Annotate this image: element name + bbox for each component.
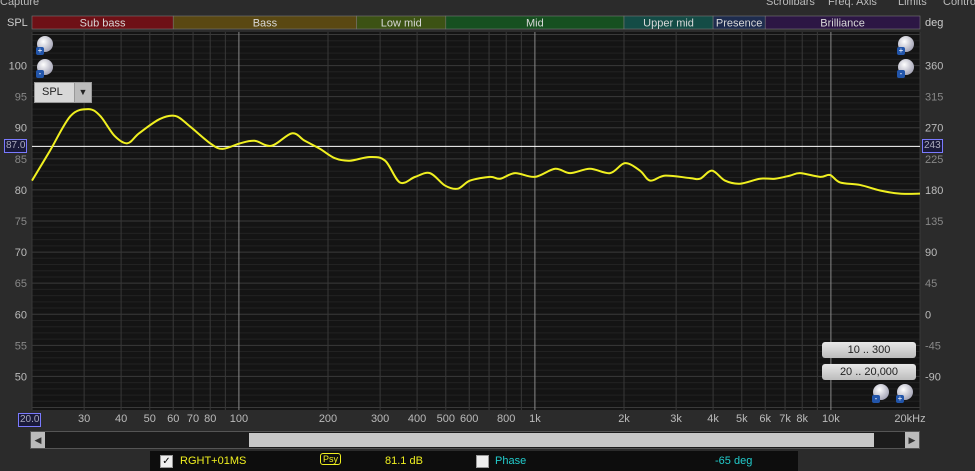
x-tick-label: 200	[319, 413, 337, 425]
x-tick-label: 20kHz	[894, 413, 925, 425]
phase-checkbox[interactable]	[476, 455, 489, 468]
left-axis-label: SPL	[7, 17, 28, 29]
zoom-out-icon[interactable]: -	[872, 384, 889, 403]
x-tick-label: 4k	[707, 413, 719, 425]
y-tick-label: 100	[9, 61, 27, 73]
range-10-300-button[interactable]: 10 .. 300	[822, 342, 916, 358]
zoom-in-icon[interactable]: +	[36, 36, 53, 55]
y-tick-label: 75	[15, 216, 27, 228]
x-tick-label: 50	[144, 413, 156, 425]
zoom-in-icon[interactable]: +	[897, 36, 914, 55]
x-tick-label: 500	[437, 413, 455, 425]
phase-tick-label: 360	[925, 61, 943, 73]
y-tick-label: 65	[15, 278, 27, 290]
band-label: Mid	[526, 18, 544, 30]
chevron-down-icon: ▼	[74, 83, 91, 102]
x-tick-label: 6k	[759, 413, 771, 425]
x-tick-label: 30	[78, 413, 90, 425]
trace-name: RGHT+01MS	[180, 455, 247, 467]
cursor-phase-value: 243	[922, 139, 943, 153]
spl-select[interactable]: SPL ▼	[34, 82, 92, 103]
phase-label: Phase	[495, 455, 527, 467]
x-tick-label: 800	[497, 413, 515, 425]
phase-tick-label: 135	[925, 216, 943, 228]
trace-visible-checkbox[interactable]: ✓	[160, 455, 173, 468]
x-tick-label: 100	[230, 413, 248, 425]
y-tick-label: 80	[15, 185, 27, 197]
x-tick-label: 7k	[779, 413, 791, 425]
phase-value: -65 deg	[715, 455, 753, 467]
x-tick-label: 80	[204, 413, 216, 425]
x-tick-label: 3k	[670, 413, 682, 425]
scrollbar-thumb[interactable]	[249, 433, 874, 447]
x-tick-label: 2k	[618, 413, 630, 425]
phase-tick-label: 180	[925, 185, 943, 197]
y-tick-label: 70	[15, 247, 27, 259]
phase-tick-label: 45	[925, 278, 937, 290]
x-tick-label: 5k	[736, 413, 748, 425]
y-tick-label: 95	[15, 92, 27, 104]
band-label: Brilliance	[820, 18, 865, 30]
right-axis-label: deg	[925, 17, 943, 29]
band-label: Upper mid	[643, 18, 694, 30]
x-tick-label: 600	[460, 413, 478, 425]
cursor-freq-value: 20.0	[18, 413, 42, 427]
zoom-in-icon[interactable]: +	[896, 384, 913, 403]
cursor-spl-value: 87.0	[4, 139, 28, 153]
spl-graph[interactable]: Sub bass Bass Low mid Mid Upper mid Presence B…	[0, 0, 975, 471]
x-tick-label: 40	[115, 413, 127, 425]
phase-tick-label: 0	[925, 309, 931, 321]
y-tick-label: 85	[15, 154, 27, 166]
y-tick-label: 60	[15, 309, 27, 321]
x-tick-label: 1k	[529, 413, 541, 425]
horizontal-scrollbar[interactable]: ◀ ▶	[30, 431, 920, 449]
scroll-right-icon[interactable]: ▶	[905, 432, 919, 448]
phase-tick-label: -45	[925, 340, 941, 352]
psy-smoothing-badge[interactable]: Psy	[320, 453, 342, 465]
x-tick-label: 70	[187, 413, 199, 425]
phase-tick-label: 270	[925, 123, 943, 135]
band-label: Sub bass	[80, 18, 126, 30]
zoom-out-icon[interactable]: -	[897, 59, 914, 78]
zoom-out-icon[interactable]: -	[36, 59, 53, 78]
band-label: Low mid	[381, 18, 422, 30]
y-tick-label: 90	[15, 123, 27, 135]
x-tick-label: 300	[371, 413, 389, 425]
phase-tick-label: -90	[925, 371, 941, 383]
x-tick-label: 60	[167, 413, 179, 425]
trace-legend: ✓ RGHT+01MS Psy 81.1 dB Phase -65 deg	[150, 451, 798, 471]
phase-tick-label: 225	[925, 154, 943, 166]
phase-tick-label: 90	[925, 247, 937, 259]
phase-tick-label: 315	[925, 92, 943, 104]
range-20-20000-button[interactable]: 20 .. 20,000	[822, 364, 916, 380]
y-tick-label: 55	[15, 340, 27, 352]
x-tick-label: 8k	[796, 413, 808, 425]
spl-select-value: SPL	[42, 86, 63, 98]
scroll-left-icon[interactable]: ◀	[31, 432, 45, 448]
x-tick-label: 10k	[822, 413, 840, 425]
band-label: Bass	[253, 18, 278, 30]
band-label: Presence	[716, 18, 762, 30]
x-tick-label: 400	[408, 413, 426, 425]
trace-value: 81.1 dB	[385, 455, 423, 467]
y-tick-label: 50	[15, 371, 27, 383]
